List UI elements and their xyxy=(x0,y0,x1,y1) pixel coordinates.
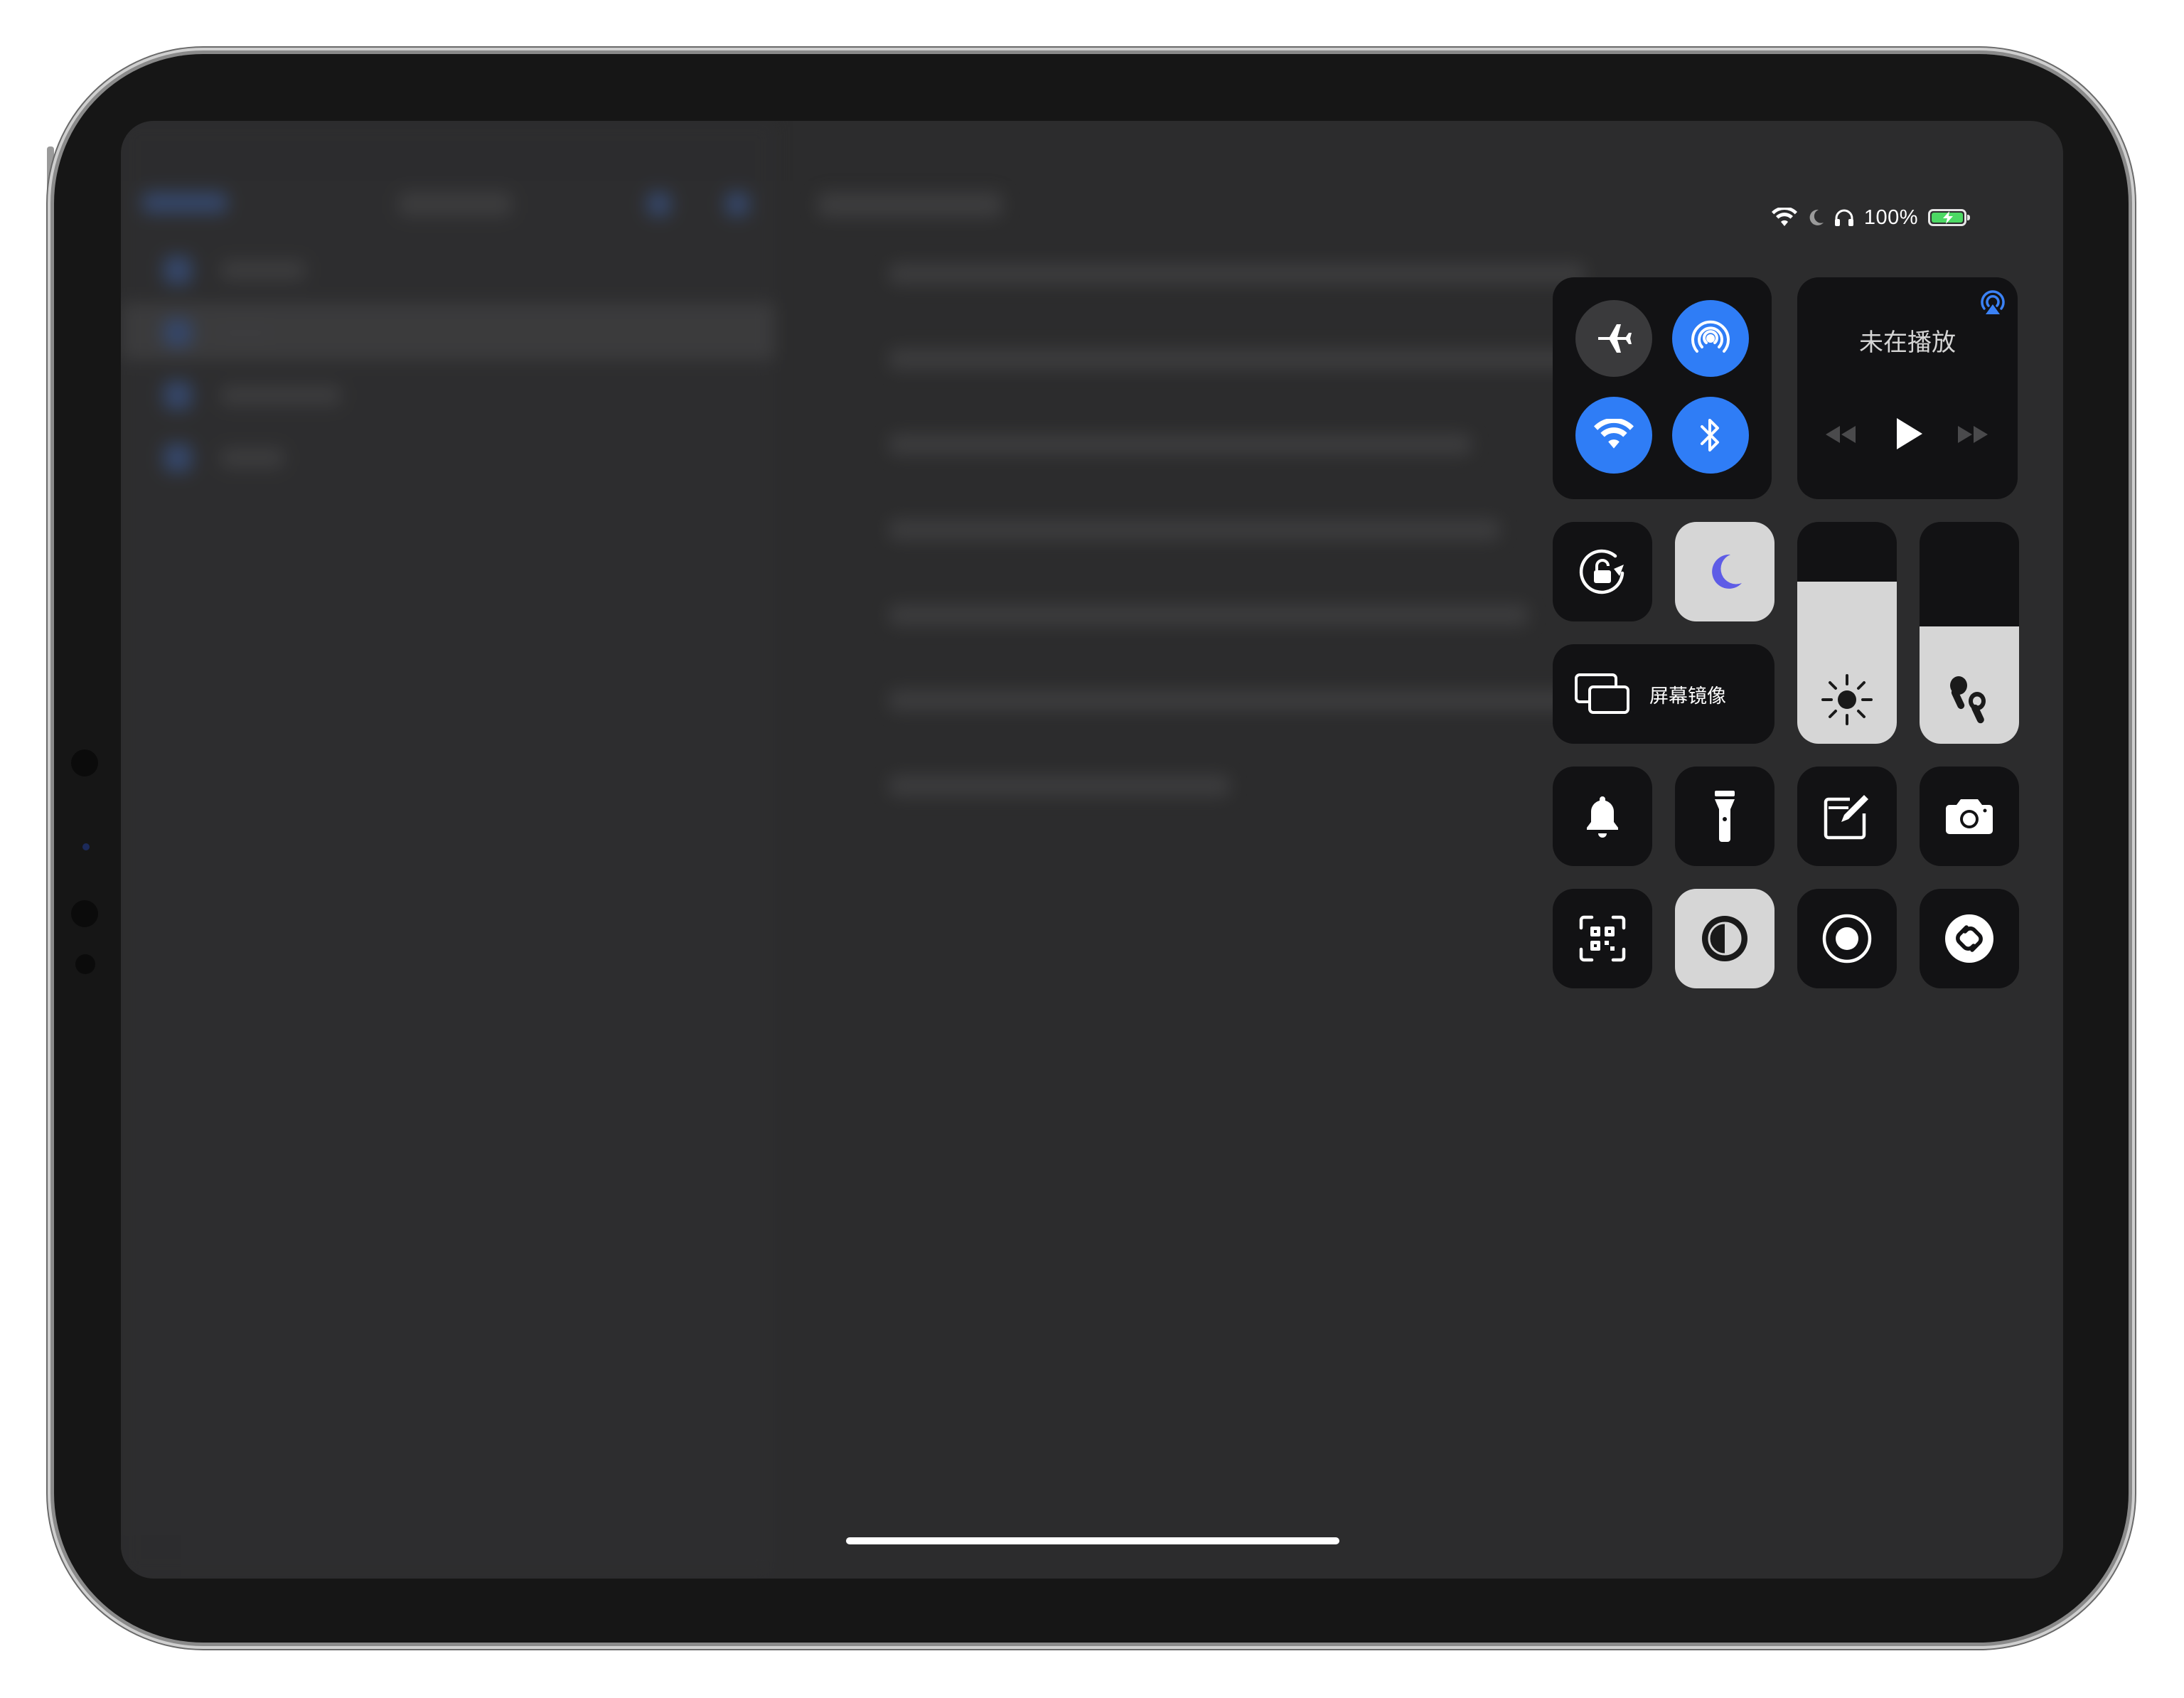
top-button-2 xyxy=(290,47,364,54)
screen-recording-button[interactable] xyxy=(1797,889,1897,988)
top-button-1 xyxy=(200,47,274,54)
airplay-audio-icon[interactable] xyxy=(1978,287,2008,317)
front-camera-dot xyxy=(82,843,90,850)
flashlight-icon xyxy=(1715,791,1735,842)
airdrop-toggle[interactable] xyxy=(1672,300,1749,377)
headphones-icon xyxy=(1834,209,1853,226)
focus-toggle[interactable] xyxy=(1675,522,1774,621)
play-icon[interactable] xyxy=(1894,417,1924,451)
home-indicator[interactable] xyxy=(846,1537,1339,1544)
record-icon xyxy=(1822,914,1872,963)
now-playing-module[interactable]: 未在播放 xyxy=(1797,277,2018,499)
airplane-mode-toggle[interactable] xyxy=(1575,300,1652,377)
camera-icon xyxy=(1946,799,1993,834)
qr-scanner-icon xyxy=(1579,915,1626,962)
sensor-dot xyxy=(71,749,98,776)
brightness-slider[interactable] xyxy=(1797,522,1897,744)
screen-mirroring-button[interactable]: 屏幕镜像 xyxy=(1553,644,1774,744)
volume-slider[interactable] xyxy=(1920,522,2019,744)
camera-button[interactable] xyxy=(1920,767,2019,866)
note-edit-icon xyxy=(1824,795,1868,840)
wifi-toggle[interactable] xyxy=(1575,397,1652,474)
ipad-screen: 100% 未在播放 屏幕镜像 xyxy=(121,121,2063,1579)
wifi-icon xyxy=(1771,208,1797,226)
airplane-icon xyxy=(1598,324,1632,353)
wifi-icon xyxy=(1594,419,1634,449)
dark-mode-icon xyxy=(1702,916,1747,961)
status-bar: 100% xyxy=(1771,203,1970,232)
shazam-button[interactable] xyxy=(1920,889,2019,988)
battery-charging-icon xyxy=(1928,209,1970,226)
silent-mode-toggle[interactable] xyxy=(1553,767,1652,866)
dark-mode-toggle[interactable] xyxy=(1675,889,1774,988)
sensor-dot xyxy=(75,954,95,974)
screen-mirroring-label: 屏幕镜像 xyxy=(1649,685,1726,707)
shazam-icon xyxy=(1945,914,1993,963)
bell-icon xyxy=(1587,796,1618,838)
battery-percentage: 100% xyxy=(1863,205,1918,229)
code-scanner-button[interactable] xyxy=(1553,889,1652,988)
rewind-icon[interactable] xyxy=(1823,424,1858,445)
sensor-dot xyxy=(71,900,98,927)
sun-icon xyxy=(1821,674,1873,725)
side-button xyxy=(47,146,54,239)
flashlight-toggle[interactable] xyxy=(1675,767,1774,866)
moon-icon xyxy=(1712,554,1742,589)
bluetooth-toggle[interactable] xyxy=(1672,397,1749,474)
airpods-icon xyxy=(1950,676,1986,724)
now-playing-title: 未在播放 xyxy=(1859,329,1956,356)
fast-forward-icon[interactable] xyxy=(1955,424,1991,445)
notes-button[interactable] xyxy=(1797,767,1897,866)
moon-icon xyxy=(1809,209,1824,225)
rotation-lock-toggle[interactable] xyxy=(1553,522,1652,621)
bluetooth-icon xyxy=(1701,419,1719,452)
airdrop-icon xyxy=(1691,320,1730,353)
rotation-lock-icon xyxy=(1579,549,1624,594)
screen-mirroring-icon xyxy=(1575,673,1629,714)
connectivity-module xyxy=(1553,277,1772,499)
